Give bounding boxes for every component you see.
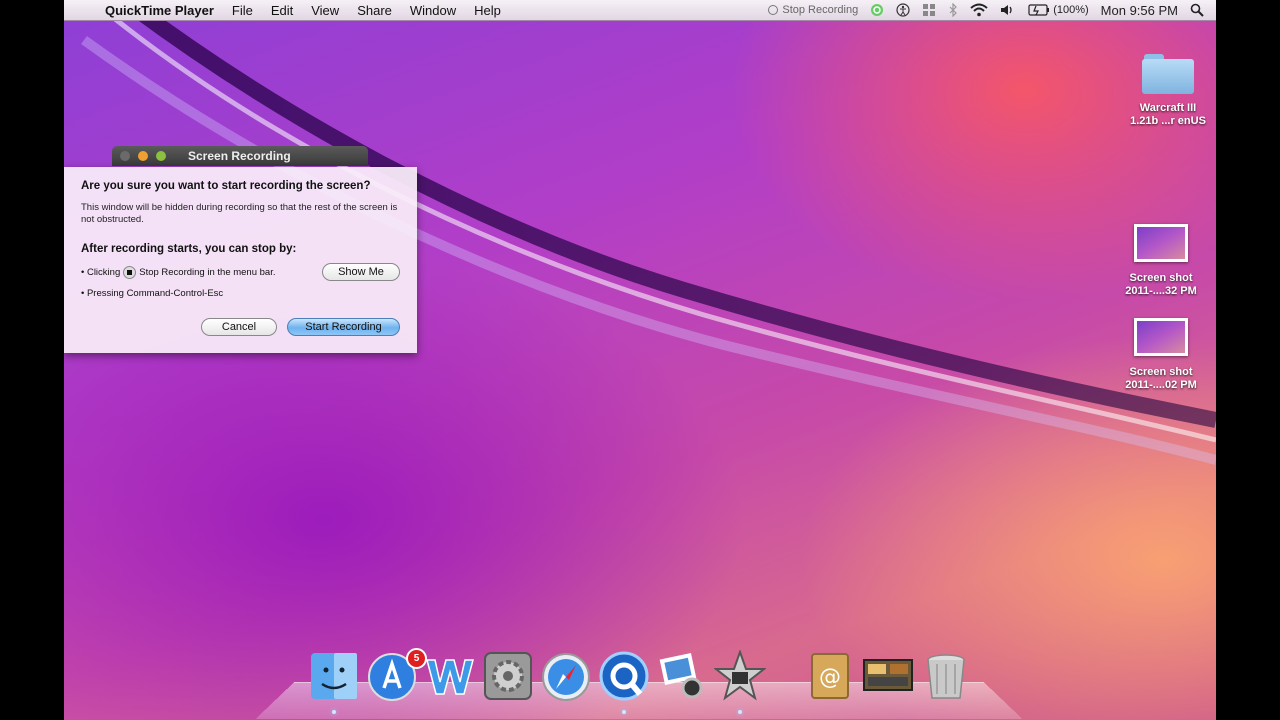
show-me-button[interactable]: Show Me xyxy=(322,263,400,281)
desktop-icon-label: Screen shot xyxy=(1129,366,1193,378)
spaces-icon[interactable] xyxy=(922,3,936,17)
dock-imovie-icon[interactable] xyxy=(713,648,767,702)
menu-file[interactable]: File xyxy=(223,3,262,18)
instruction-pressing: • Pressing Command-Control-Esc xyxy=(81,288,224,299)
desktop-icon-screenshot-2[interactable]: Screen shot 2011-....02 PM xyxy=(1106,318,1216,392)
spotlight-icon[interactable] xyxy=(1190,3,1204,17)
running-indicator xyxy=(738,710,742,714)
start-recording-button[interactable]: Start Recording xyxy=(287,318,400,336)
wifi-icon[interactable] xyxy=(970,3,988,17)
running-indicator xyxy=(332,710,336,714)
desktop-icon-label: 1.21b ...r enUS xyxy=(1130,115,1206,127)
dock-safari-icon[interactable] xyxy=(540,650,592,702)
desktop-icon-warcraft[interactable]: Warcraft III 1.21b ...r enUS xyxy=(1113,54,1216,128)
wallpaper-swoosh xyxy=(81,0,1216,465)
dock-finder-icon[interactable] xyxy=(308,650,360,702)
bullet1-prefix: • Clicking xyxy=(81,267,121,278)
menu-bar: QuickTime Player File Edit View Share Wi… xyxy=(64,0,1216,21)
zoom-icon[interactable] xyxy=(156,151,166,161)
dock-iphoto-icon[interactable] xyxy=(656,650,708,702)
instruction-clicking: • Clicking Stop Recording in the menu ba… xyxy=(81,266,276,279)
battery-icon xyxy=(1028,4,1050,16)
sheet-question: Are you sure you want to start recording… xyxy=(81,180,371,192)
dock-photo-booth-icon[interactable] xyxy=(862,650,914,702)
battery-status[interactable]: (100%) xyxy=(1028,4,1089,16)
menu-app-name[interactable]: QuickTime Player xyxy=(96,3,223,18)
sheet-after-heading: After recording starts, you can stop by: xyxy=(81,243,297,255)
status-area: Stop Recording (100%) Mon 9:56 PM xyxy=(768,0,1216,20)
dock-quicktime-icon[interactable] xyxy=(598,650,650,702)
menu-window[interactable]: Window xyxy=(401,3,465,18)
desktop-icon-label: 2011-....02 PM xyxy=(1125,379,1197,391)
desktop-icon-label: Screen shot xyxy=(1129,272,1193,284)
accessibility-icon[interactable] xyxy=(896,3,910,17)
stop-recording-icon xyxy=(768,5,779,15)
minimize-icon[interactable] xyxy=(138,151,148,161)
svg-text:@: @ xyxy=(819,665,841,690)
bullet1-suffix: Stop Recording in the menu bar. xyxy=(139,267,276,278)
sync-icon[interactable] xyxy=(870,3,884,17)
menu-edit[interactable]: Edit xyxy=(262,3,302,18)
desktop-icon-screenshot-1[interactable]: Screen shot 2011-....32 PM xyxy=(1106,224,1216,298)
menu-share[interactable]: Share xyxy=(348,3,401,18)
desktop: QuickTime Player File Edit View Share Wi… xyxy=(64,0,1216,720)
desktop-icon-label: 2011-....32 PM xyxy=(1125,285,1197,297)
image-thumbnail-icon xyxy=(1134,224,1188,262)
window-title: Screen Recording xyxy=(188,149,291,163)
running-indicator xyxy=(622,710,626,714)
close-icon[interactable] xyxy=(120,151,130,161)
dock-address-book-icon[interactable]: @ xyxy=(804,650,856,702)
clock[interactable]: Mon 9:56 PM xyxy=(1101,3,1178,18)
stop-recording-icon xyxy=(123,266,137,279)
dock-app-store-icon[interactable]: 5 xyxy=(366,648,427,702)
desktop-icon-label: Warcraft III xyxy=(1139,102,1197,114)
menu-help[interactable]: Help xyxy=(465,3,510,18)
dock-trash-icon[interactable] xyxy=(920,650,972,702)
dock-word-icon[interactable] xyxy=(424,650,476,702)
cancel-button[interactable]: Cancel xyxy=(201,318,277,336)
stop-recording-status[interactable]: Stop Recording xyxy=(768,4,858,16)
start-recording-sheet: Are you sure you want to start recording… xyxy=(64,167,417,353)
battery-percent: (100%) xyxy=(1053,4,1089,16)
volume-icon[interactable] xyxy=(1000,3,1016,17)
dock-system-preferences-icon[interactable] xyxy=(482,650,534,702)
screen-recording-titlebar[interactable]: Screen Recording xyxy=(112,146,368,166)
folder-icon xyxy=(1142,54,1194,94)
sheet-description: This window will be hidden during record… xyxy=(81,202,398,225)
menu-view[interactable]: View xyxy=(302,3,348,18)
image-thumbnail-icon xyxy=(1134,318,1188,356)
bluetooth-icon[interactable] xyxy=(948,3,958,17)
stop-recording-label: Stop Recording xyxy=(782,4,859,16)
